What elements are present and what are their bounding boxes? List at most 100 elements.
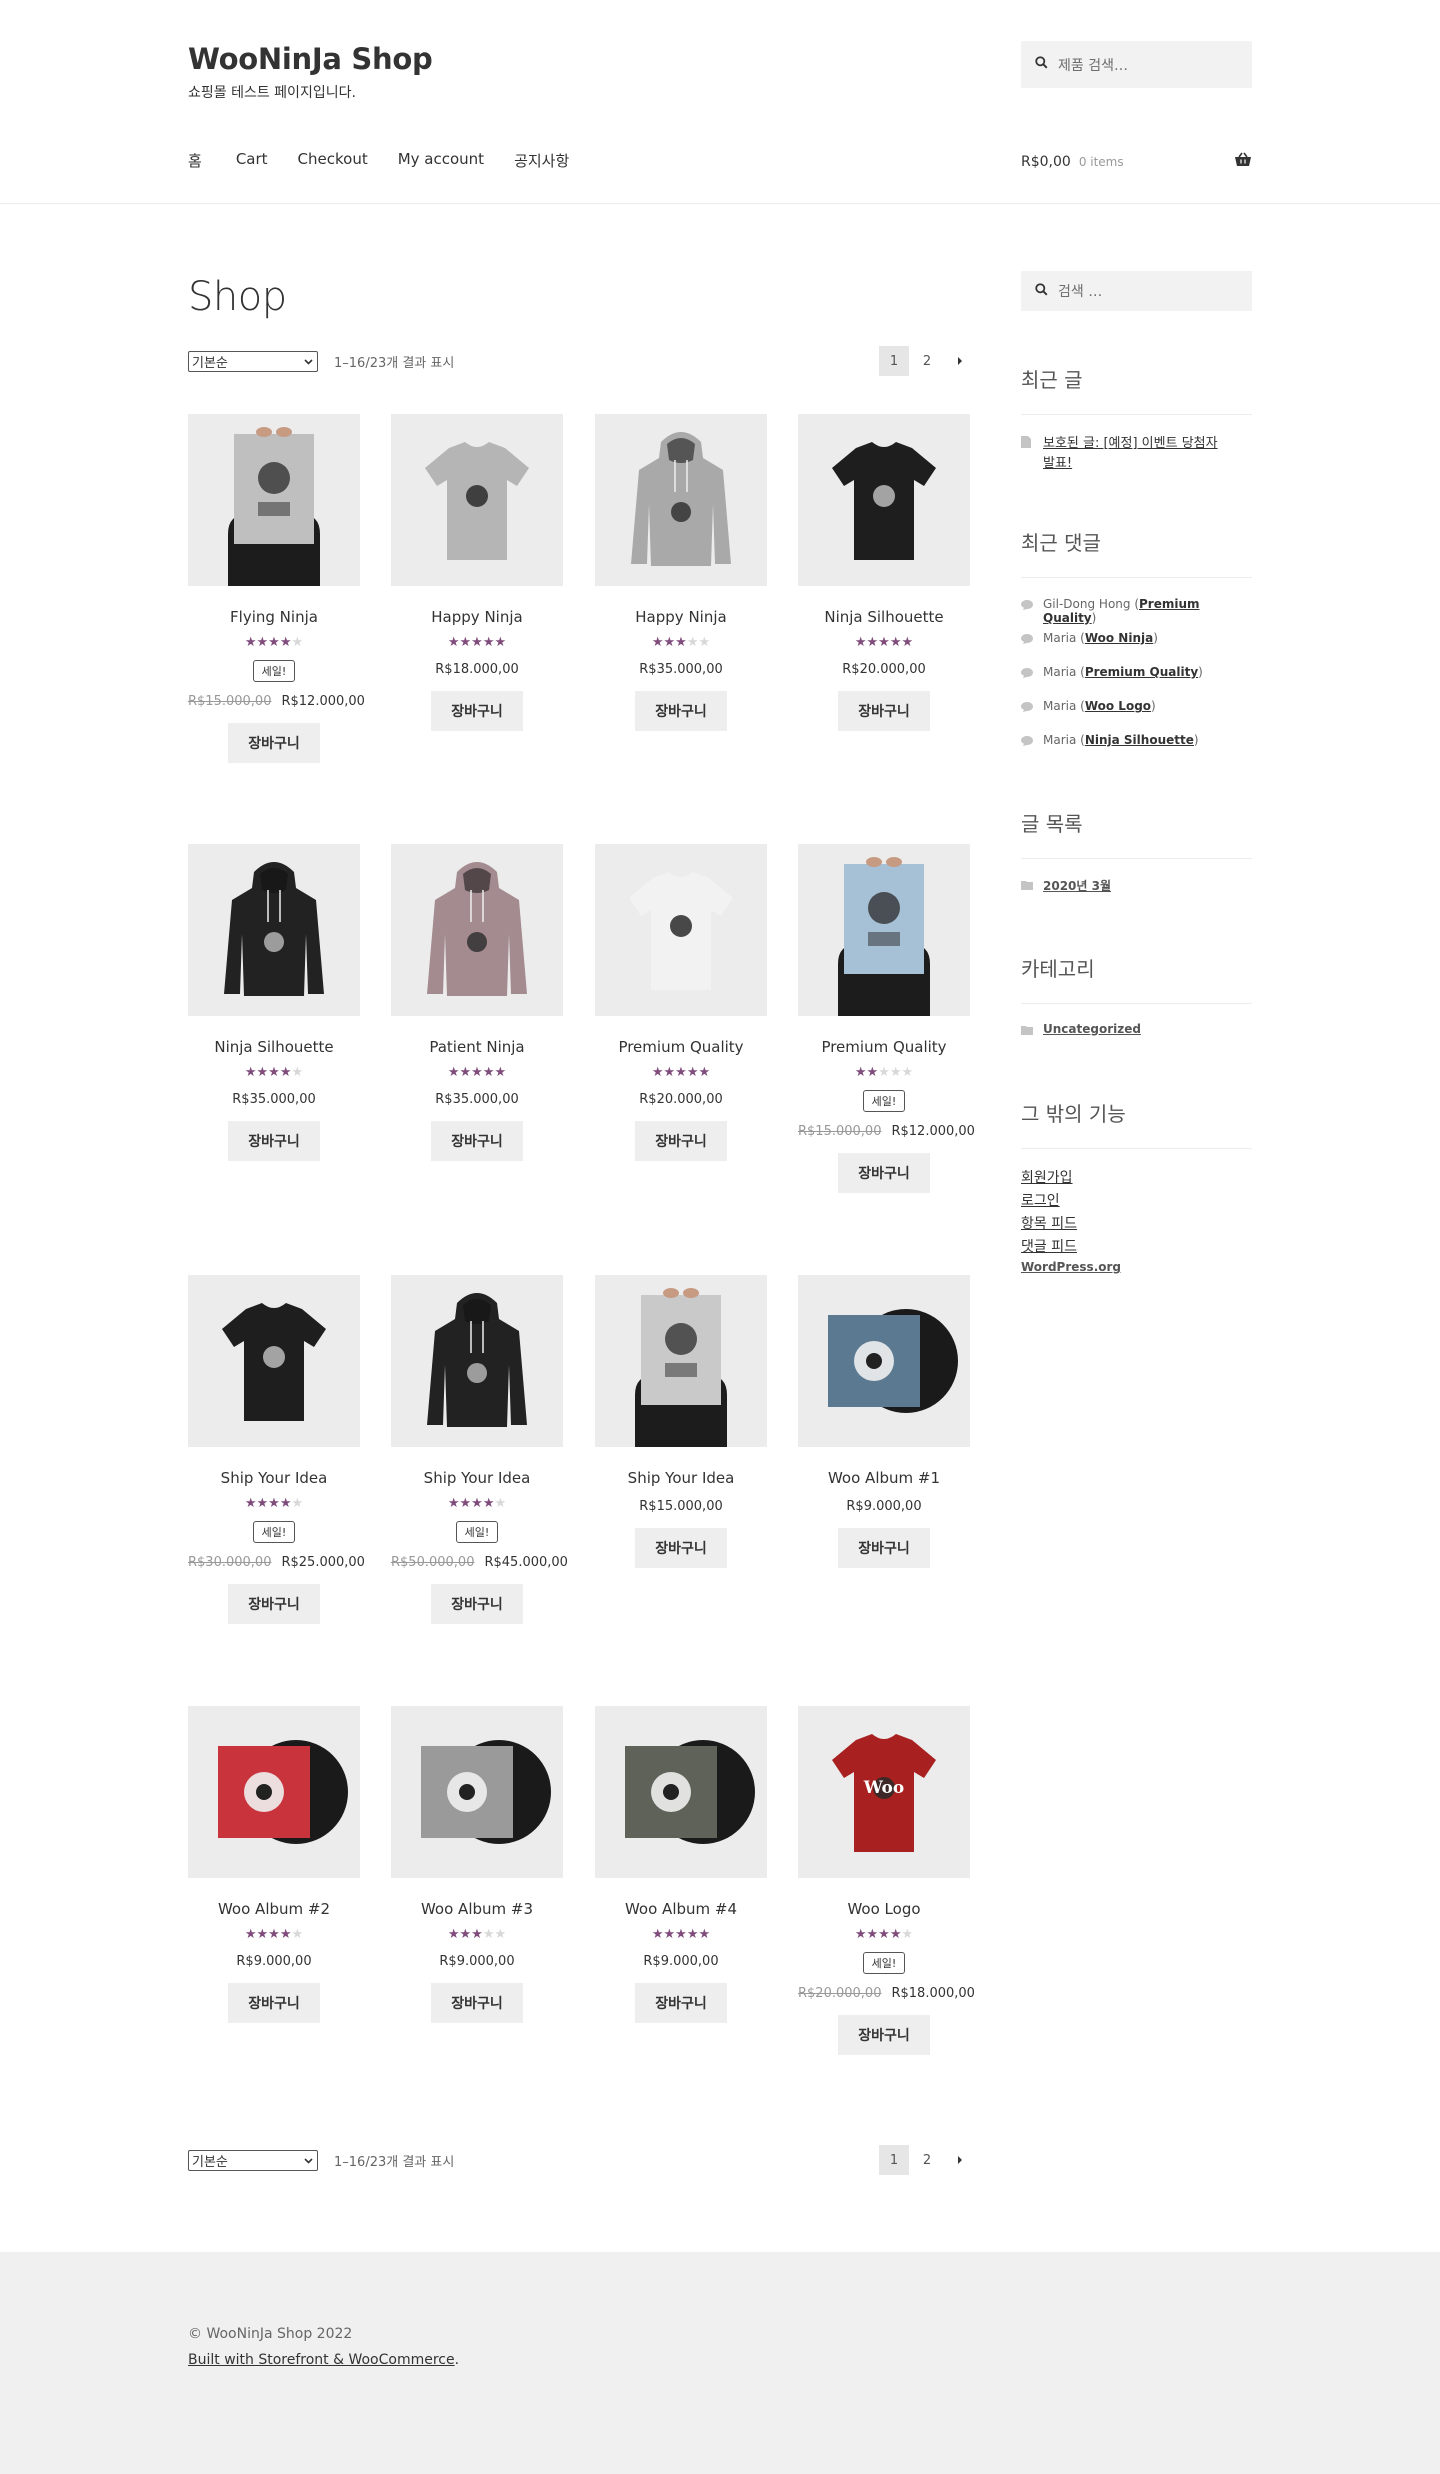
product-title[interactable]: Woo Album #3 xyxy=(391,1900,563,1918)
add-to-cart-button[interactable]: 장바구니 xyxy=(431,1983,523,2023)
sale-badge: 세일! xyxy=(252,1521,296,1543)
category-link[interactable]: Uncategorized xyxy=(1043,1022,1141,1036)
add-to-cart-button[interactable]: 장바구니 xyxy=(838,2015,930,2055)
meta-wordpress-link[interactable]: WordPress.org xyxy=(1021,1260,1121,1274)
sort-select-bottom[interactable]: 기본순 xyxy=(188,2149,318,2171)
add-to-cart-wrap: 장바구니 xyxy=(391,1107,563,1161)
product-image[interactable] xyxy=(391,1706,563,1878)
product-image[interactable] xyxy=(595,844,767,1016)
comment-author: Maria ( xyxy=(1043,665,1085,679)
comment-post-link[interactable]: Woo Ninja xyxy=(1085,631,1153,645)
meta-register-link[interactable]: 회원가입 xyxy=(1021,1167,1073,1187)
current-price: R$12.000,00 xyxy=(281,694,365,709)
product-image[interactable] xyxy=(188,414,360,586)
add-to-cart-button[interactable]: 장바구니 xyxy=(431,691,523,731)
add-to-cart-button[interactable]: 장바구니 xyxy=(635,1528,727,1568)
next-page-button[interactable] xyxy=(945,2145,975,2175)
product-title[interactable]: Premium Quality xyxy=(595,1038,767,1056)
meta-login-link[interactable]: 로그인 xyxy=(1021,1190,1060,1210)
star-icon: ★ xyxy=(878,635,890,650)
nav-checkout[interactable]: Checkout xyxy=(298,150,368,171)
add-to-cart-button[interactable]: 장바구니 xyxy=(635,1121,727,1161)
product-image[interactable] xyxy=(798,844,970,1016)
product-image[interactable] xyxy=(391,414,563,586)
add-to-cart-button[interactable]: 장바구니 xyxy=(228,723,320,763)
product-image[interactable] xyxy=(798,414,970,586)
product-image[interactable] xyxy=(188,844,360,1016)
product-card: Flying Ninja ★ ★ ★ ★ ★ 세일! R$15.000,00 R$12.000,… xyxy=(188,414,365,763)
product-title[interactable]: Flying Ninja xyxy=(188,608,360,626)
star-icon: ★ xyxy=(447,1065,460,1080)
archive-link[interactable]: 2020년 3월 xyxy=(1043,877,1111,894)
comment-post-link[interactable]: Woo Logo xyxy=(1085,699,1151,713)
add-to-cart-button[interactable]: 장바구니 xyxy=(838,691,930,731)
product-image[interactable] xyxy=(595,1275,767,1447)
add-to-cart-button[interactable]: 장바구니 xyxy=(635,691,727,731)
product-title[interactable]: Ship Your Idea xyxy=(188,1469,360,1487)
nav-my-account[interactable]: My account xyxy=(398,150,484,171)
shop-toolbar-top: 기본순 1–16/23개 결과 표시 1 2 xyxy=(188,346,975,376)
product-title[interactable]: Happy Ninja xyxy=(391,608,563,626)
product-image[interactable] xyxy=(188,1706,360,1878)
star-icon: ★ xyxy=(854,1927,867,1942)
site-title[interactable]: WooNinJa Shop xyxy=(188,42,433,76)
product-price: R$20.000,00 xyxy=(595,1092,767,1107)
product-title[interactable]: Ship Your Idea xyxy=(391,1469,563,1487)
comment-icon xyxy=(1021,667,1033,681)
product-search-input[interactable]: 제품 검색… xyxy=(1021,41,1252,88)
chevron-down-icon xyxy=(304,2153,313,2168)
star-icon: ★ xyxy=(459,1065,472,1080)
comment-author: Maria ( xyxy=(1043,733,1085,747)
star-icon: ★ xyxy=(244,1065,257,1080)
sidebar-search-input[interactable]: 검색 … xyxy=(1021,271,1252,311)
next-page-button[interactable] xyxy=(945,346,975,376)
nav-home[interactable]: 홈 xyxy=(188,150,202,171)
arrow-right-icon xyxy=(957,2153,963,2168)
comment-post-link[interactable]: Premium Quality xyxy=(1085,665,1198,679)
product-image[interactable]: Woo xyxy=(798,1706,970,1878)
star-icon: ★ xyxy=(663,1927,676,1942)
page-2[interactable]: 2 xyxy=(912,2145,942,2175)
page-1[interactable]: 1 xyxy=(879,346,909,376)
add-to-cart-button[interactable]: 장바구니 xyxy=(431,1121,523,1161)
add-to-cart-button[interactable]: 장바구니 xyxy=(228,1584,320,1624)
add-to-cart-button[interactable]: 장바구니 xyxy=(838,1528,930,1568)
product-title[interactable]: Ninja Silhouette xyxy=(188,1038,360,1056)
product-title[interactable]: Woo Album #1 xyxy=(798,1469,970,1487)
product-image[interactable] xyxy=(595,1706,767,1878)
product-image[interactable] xyxy=(798,1275,970,1447)
comment-post-link[interactable]: Ninja Silhouette xyxy=(1085,733,1194,747)
product-title[interactable]: Happy Ninja xyxy=(595,608,767,626)
product-image[interactable] xyxy=(188,1275,360,1447)
product-title[interactable]: Woo Album #2 xyxy=(188,1900,360,1918)
product-title[interactable]: Patient Ninja xyxy=(391,1038,563,1056)
product-title[interactable]: Ship Your Idea xyxy=(595,1469,767,1487)
nav-notice[interactable]: 공지사항 xyxy=(514,150,569,171)
product-title[interactable]: Ninja Silhouette xyxy=(798,608,970,626)
meta-comments-feed-link[interactable]: 댓글 피드 xyxy=(1021,1236,1077,1256)
star-icon: ★ xyxy=(878,1927,890,1942)
nav-cart[interactable]: Cart xyxy=(236,150,268,171)
star-icon: ★ xyxy=(268,1496,280,1511)
product-price: R$9.000,00 xyxy=(798,1499,970,1514)
meta-entries-feed-link[interactable]: 항목 피드 xyxy=(1021,1213,1077,1233)
sort-select[interactable]: 기본순 xyxy=(188,350,318,372)
add-to-cart-button[interactable]: 장바구니 xyxy=(838,1153,930,1193)
header-cart[interactable]: R$0,00 0 items xyxy=(1021,152,1252,171)
add-to-cart-button[interactable]: 장바구니 xyxy=(431,1584,523,1624)
product-title[interactable]: Premium Quality xyxy=(798,1038,970,1056)
product-title[interactable]: Woo Logo xyxy=(798,1900,970,1918)
product-image[interactable] xyxy=(595,414,767,586)
product-image[interactable] xyxy=(391,1275,563,1447)
basket-icon[interactable] xyxy=(1234,152,1252,171)
star-icon: ★ xyxy=(291,1927,304,1942)
built-with-link[interactable]: Built with Storefront & WooCommerce xyxy=(188,2352,455,2368)
page-1[interactable]: 1 xyxy=(879,2145,909,2175)
product-title[interactable]: Woo Album #4 xyxy=(595,1900,767,1918)
add-to-cart-button[interactable]: 장바구니 xyxy=(228,1983,320,2023)
product-image[interactable] xyxy=(391,844,563,1016)
add-to-cart-button[interactable]: 장바구니 xyxy=(228,1121,320,1161)
page-2[interactable]: 2 xyxy=(912,346,942,376)
recent-post-link[interactable]: 보호된 글: [예정] 이벤트 당첨자 발표! xyxy=(1043,434,1218,474)
add-to-cart-button[interactable]: 장바구니 xyxy=(635,1983,727,2023)
